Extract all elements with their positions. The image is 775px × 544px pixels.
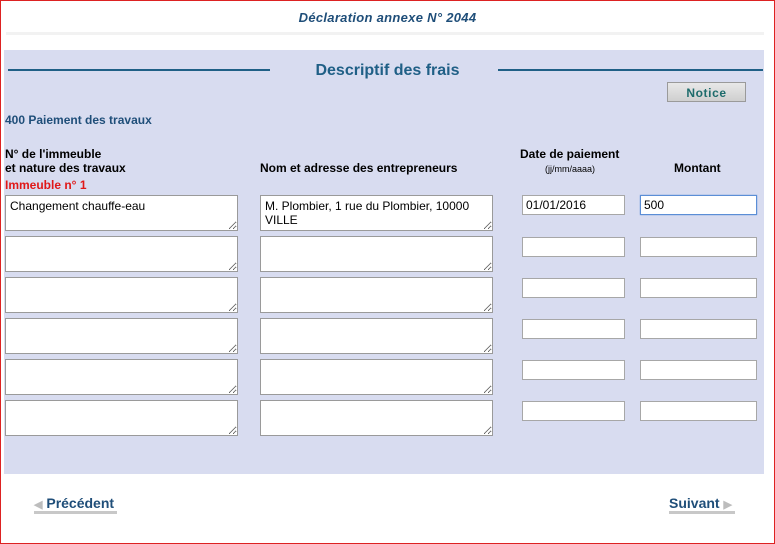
section-subtitle: 400 Paiement des travaux bbox=[5, 113, 152, 127]
previous-link[interactable]: ◀ Précédent bbox=[34, 495, 114, 511]
amount-field[interactable] bbox=[640, 278, 757, 298]
column-header-building: N° de l'immeuble et nature des travaux bbox=[5, 147, 126, 175]
amount-field[interactable] bbox=[640, 360, 757, 380]
column-header-amount: Montant bbox=[674, 161, 721, 175]
building-number-label: Immeuble n° 1 bbox=[5, 178, 87, 192]
column-header-date: Date de paiement bbox=[520, 147, 620, 161]
next-label: Suivant bbox=[669, 495, 720, 511]
entrepreneur-field[interactable]: M. Plombier, 1 rue du Plombier, 10000 VI… bbox=[260, 195, 493, 231]
entrepreneur-field[interactable] bbox=[260, 359, 493, 395]
page-title: Déclaration annexe N° 2044 bbox=[298, 10, 477, 25]
previous-underline bbox=[34, 511, 117, 514]
amount-field[interactable] bbox=[640, 401, 757, 421]
date-field[interactable] bbox=[522, 278, 625, 298]
nature-field[interactable] bbox=[5, 277, 238, 313]
date-field[interactable] bbox=[522, 360, 625, 380]
title-divider bbox=[6, 32, 764, 35]
column-header-building-line2: et nature des travaux bbox=[5, 161, 126, 175]
amount-field[interactable] bbox=[640, 237, 757, 257]
entrepreneur-field[interactable] bbox=[260, 318, 493, 354]
section-rule-right bbox=[498, 69, 763, 71]
date-field[interactable] bbox=[522, 195, 625, 215]
next-link[interactable]: Suivant ▶ bbox=[669, 495, 732, 511]
date-format-hint: (jj/mm/aaaa) bbox=[545, 164, 596, 174]
date-field[interactable] bbox=[522, 237, 625, 257]
arrow-left-icon: ◀ bbox=[34, 499, 43, 511]
amount-field[interactable] bbox=[640, 195, 757, 215]
column-header-building-line1: N° de l'immeuble bbox=[5, 147, 102, 161]
section-title: Descriptif des frais bbox=[315, 62, 460, 79]
nature-field[interactable] bbox=[5, 236, 238, 272]
previous-label: Précédent bbox=[46, 495, 115, 511]
notice-button[interactable]: Notice bbox=[667, 82, 746, 102]
date-field[interactable] bbox=[522, 401, 625, 421]
next-underline bbox=[669, 511, 735, 514]
amount-field[interactable] bbox=[640, 319, 757, 339]
column-header-entrepreneur: Nom et adresse des entrepreneurs bbox=[260, 161, 458, 175]
entrepreneur-field[interactable] bbox=[260, 236, 493, 272]
nature-field[interactable] bbox=[5, 400, 238, 436]
nature-field[interactable]: Changement chauffe-eau bbox=[5, 195, 238, 231]
nature-field[interactable] bbox=[5, 318, 238, 354]
arrow-right-icon: ▶ bbox=[723, 499, 732, 511]
entrepreneur-field[interactable] bbox=[260, 400, 493, 436]
entrepreneur-field[interactable] bbox=[260, 277, 493, 313]
nature-field[interactable] bbox=[5, 359, 238, 395]
date-field[interactable] bbox=[522, 319, 625, 339]
